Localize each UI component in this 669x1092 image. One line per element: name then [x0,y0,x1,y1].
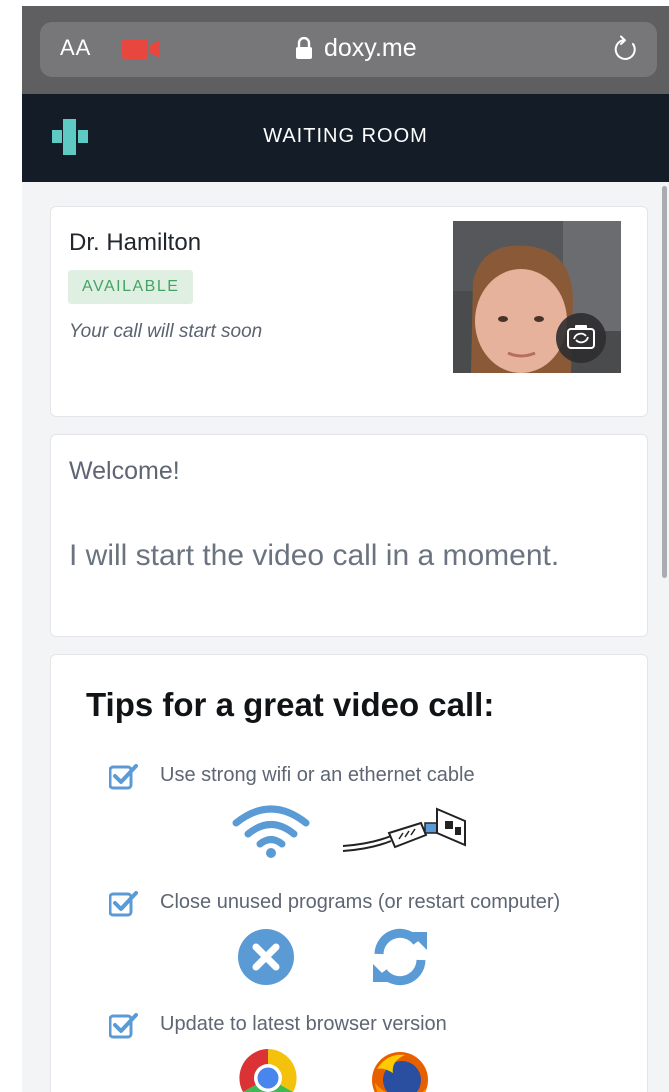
firefox-icon [372,1052,428,1092]
checkbox-checked-icon [109,764,138,790]
wait-message: Your call will start soon [69,321,263,342]
restart-icon [373,928,427,986]
tip-label: Update to latest browser version [160,1013,447,1035]
provider-name: Dr. Hamilton [69,229,202,256]
browser-toolbar: AA doxy.me [22,6,669,94]
wifi-icon [232,805,310,858]
tips-card: Tips for a great video call: Use strong … [50,654,648,1092]
welcome-message: I will start the video call in a moment. [69,539,560,572]
scrollbar[interactable] [662,186,667,578]
ethernet-cable-icon [342,807,466,852]
address-bar[interactable]: AA doxy.me [40,22,657,77]
reload-icon[interactable] [612,35,640,63]
checkbox-checked-icon [109,891,138,917]
welcome-card: Welcome! I will start the video call in … [50,434,648,637]
checkbox-checked-icon [109,1013,138,1039]
page-title: WAITING ROOM [263,125,428,147]
provider-card: Dr. Hamilton AVAILABLE Your call will st… [50,206,648,417]
text-size-button[interactable]: AA [60,35,91,61]
tips-title: Tips for a great video call: [86,686,495,723]
close-circle-icon [238,929,294,985]
url-domain[interactable]: doxy.me [324,34,417,63]
welcome-title: Welcome! [69,457,180,485]
waiting-room-content[interactable]: Dr. Hamilton AVAILABLE Your call will st… [22,182,669,1092]
status-badge: AVAILABLE [68,270,194,304]
self-video-preview [453,221,621,373]
app-header: WAITING ROOM [22,94,669,182]
tip-label: Use strong wifi or an ethernet cable [160,764,475,786]
tip-label: Close unused programs (or restart comput… [160,891,561,913]
chrome-icon [239,1049,297,1092]
camera-recording-icon[interactable] [122,39,160,59]
lock-icon [296,37,312,59]
switch-camera-button[interactable] [551,313,611,363]
